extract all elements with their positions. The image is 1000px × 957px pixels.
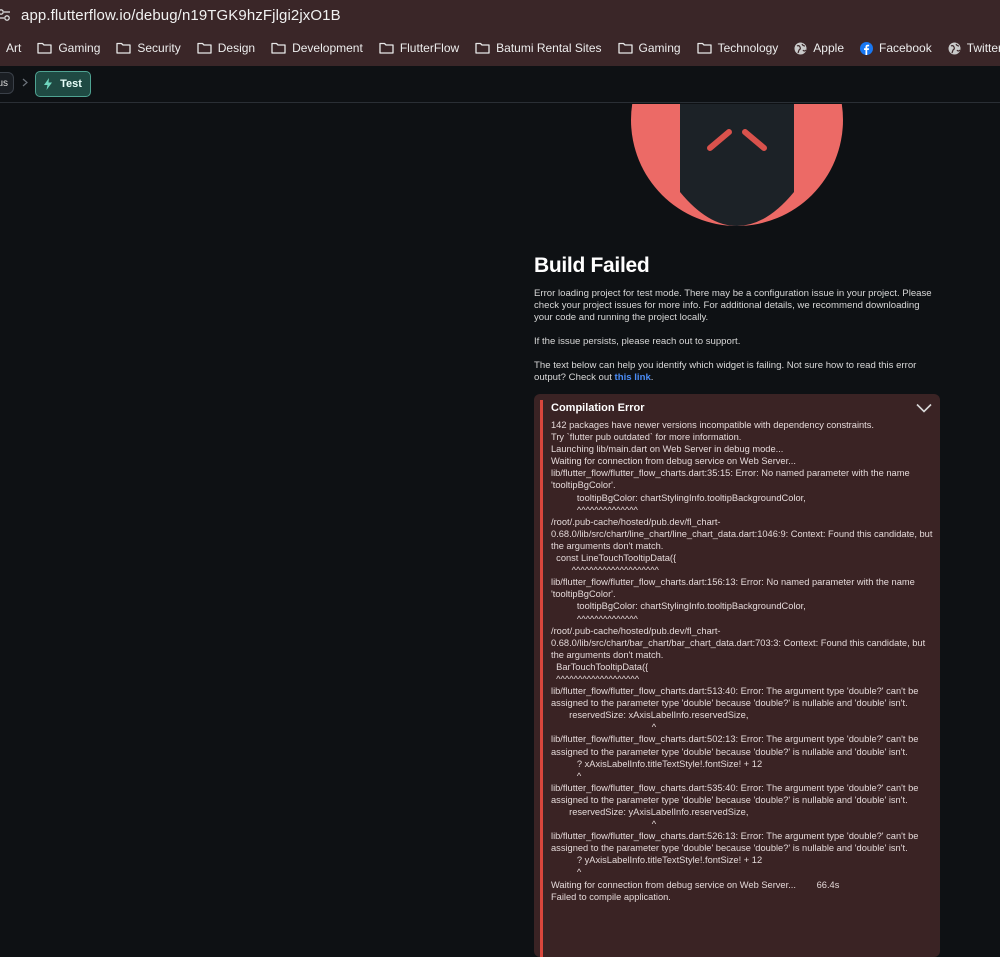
chevron-right-icon — [22, 78, 28, 87]
error-accent-bar — [540, 400, 543, 957]
bookmark-label: Security — [137, 41, 181, 55]
bookmark-batumi-rental-sites[interactable]: Batumi Rental Sites — [475, 41, 602, 55]
test-mode-chip[interactable]: Test — [35, 71, 91, 97]
bookmark-art[interactable]: Art — [6, 41, 21, 55]
error-description: Error loading project for test mode. The… — [534, 288, 932, 323]
bookmark-label: Development — [292, 41, 363, 55]
breadcrumb-previous-label: us — [0, 77, 8, 89]
bookmark-label: Twitter — [966, 41, 1000, 55]
bookmark-development[interactable]: Development — [271, 41, 363, 55]
bookmark-label: Art — [6, 41, 22, 55]
folder-icon — [617, 42, 639, 54]
bookmark-gaming[interactable]: Gaming — [37, 41, 100, 55]
bookmark-technology[interactable]: Technology — [696, 41, 779, 55]
globe-icon — [948, 42, 967, 55]
error-illustration — [628, 104, 846, 228]
app-toolbar — [0, 66, 1000, 103]
globe-icon — [794, 42, 813, 55]
bookmark-label: Facebook — [879, 41, 932, 55]
bookmark-label: Apple — [813, 41, 844, 55]
bookmark-twitter[interactable]: Twitter — [948, 41, 1000, 55]
help-note: The text below can help you identify whi… — [534, 360, 940, 384]
bookmark-design[interactable]: Design — [197, 41, 255, 55]
chevron-down-icon[interactable] — [916, 403, 932, 413]
bookmark-label: FlutterFlow — [399, 41, 460, 55]
bookmark-label: Gaming — [638, 41, 681, 55]
compilation-error-box: Compilation Error 142 packages have newe… — [534, 394, 940, 957]
bookmark-label: Technology — [717, 41, 779, 55]
breadcrumb-previous-chip[interactable]: us — [0, 72, 14, 94]
bookmark-label: Batumi Rental Sites — [496, 41, 602, 55]
folder-icon — [116, 42, 137, 54]
folder-icon — [696, 42, 718, 54]
url-text[interactable]: app.flutterflow.io/debug/n19TGK9hzFjlgi2… — [21, 7, 341, 24]
error-log: 142 packages have newer versions incompa… — [551, 420, 933, 902]
bookmark-gaming[interactable]: Gaming — [617, 41, 681, 55]
help-link[interactable]: this link — [615, 372, 651, 383]
page-title: Build Failed — [534, 254, 650, 277]
site-settings-icon[interactable] — [0, 8, 11, 22]
bookmark-flutterflow[interactable]: FlutterFlow — [379, 41, 459, 55]
folder-icon — [475, 42, 496, 54]
folder-icon — [379, 42, 400, 54]
folder-icon — [197, 42, 218, 54]
lightning-icon — [44, 78, 53, 90]
address-bar[interactable]: app.flutterflow.io/debug/n19TGK9hzFjlgi2… — [0, 0, 1000, 30]
help-note-suffix: . — [650, 372, 654, 383]
test-chip-label: Test — [60, 78, 82, 90]
bookmark-facebook[interactable]: Facebook — [860, 41, 932, 55]
facebook-icon — [860, 41, 879, 55]
help-note-text: The text below can help you identify whi… — [534, 360, 917, 383]
bookmark-label: Gaming — [58, 41, 101, 55]
bookmark-apple[interactable]: Apple — [794, 41, 844, 55]
bookmark-label: Design — [217, 41, 256, 55]
support-note: If the issue persists, please reach out … — [534, 336, 741, 347]
build-failed-panel: Build Failed Error loading project for t… — [534, 254, 940, 396]
error-heading: Compilation Error — [551, 402, 645, 414]
folder-icon — [37, 42, 58, 54]
bookmarks-bar: Art Gaming Security Design Development Flutte… — [0, 30, 1000, 67]
folder-icon — [271, 42, 292, 54]
bookmark-security[interactable]: Security — [116, 41, 181, 55]
